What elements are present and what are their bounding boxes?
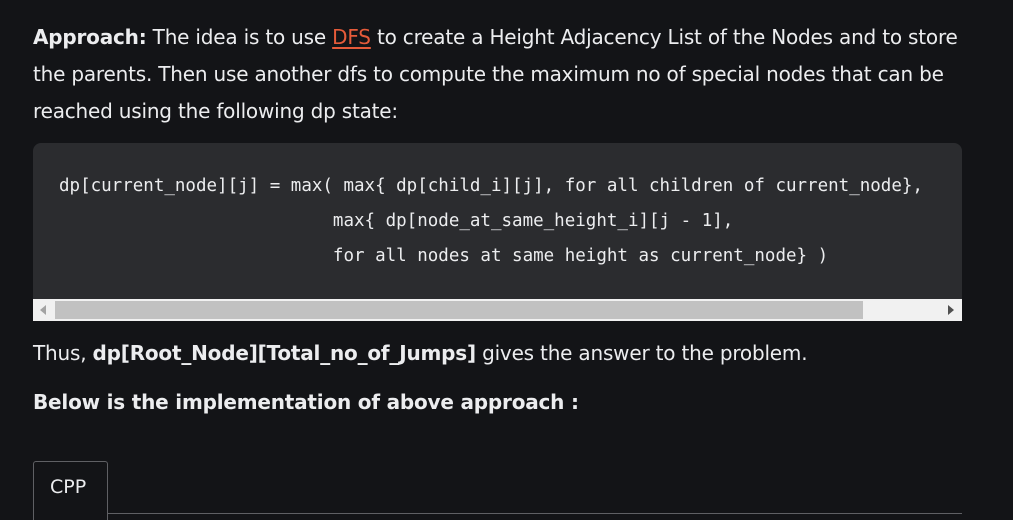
approach-label: Approach:: [33, 25, 147, 49]
tab-cpp[interactable]: CPP: [33, 461, 108, 520]
approach-paragraph: Approach: The idea is to use DFS to crea…: [33, 19, 958, 130]
code-horizontal-scrollbar[interactable]: [33, 299, 962, 321]
tab-bar-divider: [108, 513, 962, 514]
implementation-heading: Below is the implementation of above app…: [33, 390, 579, 414]
scroll-right-button[interactable]: [941, 299, 962, 321]
tab-cpp-label: CPP: [50, 476, 87, 498]
code-line: dp[current_node][j] = max( max{ dp[child…: [59, 176, 923, 196]
chevron-right-icon: [948, 305, 954, 315]
code-line: for all nodes at same height as current_…: [59, 246, 829, 266]
conclusion-suffix: gives the answer to the problem.: [475, 341, 808, 365]
code-content: dp[current_node][j] = max( max{ dp[child…: [59, 169, 923, 274]
conclusion-prefix: Thus,: [33, 341, 93, 365]
conclusion-paragraph: Thus, dp[Root_Node][Total_no_of_Jumps] g…: [33, 335, 958, 372]
article-page: Approach: The idea is to use DFS to crea…: [0, 0, 1013, 520]
dfs-link[interactable]: DFS: [332, 25, 371, 49]
conclusion-bold: dp[Root_Node][Total_no_of_Jumps]: [92, 341, 477, 365]
scrollbar-thumb[interactable]: [55, 301, 863, 319]
code-block: dp[current_node][j] = max( max{ dp[child…: [33, 143, 962, 299]
code-line: max{ dp[node_at_same_height_i][j - 1],: [59, 211, 734, 231]
approach-text-before-link: The idea is to use: [146, 25, 333, 49]
chevron-left-icon: [40, 305, 46, 315]
scroll-left-button[interactable]: [33, 299, 54, 321]
